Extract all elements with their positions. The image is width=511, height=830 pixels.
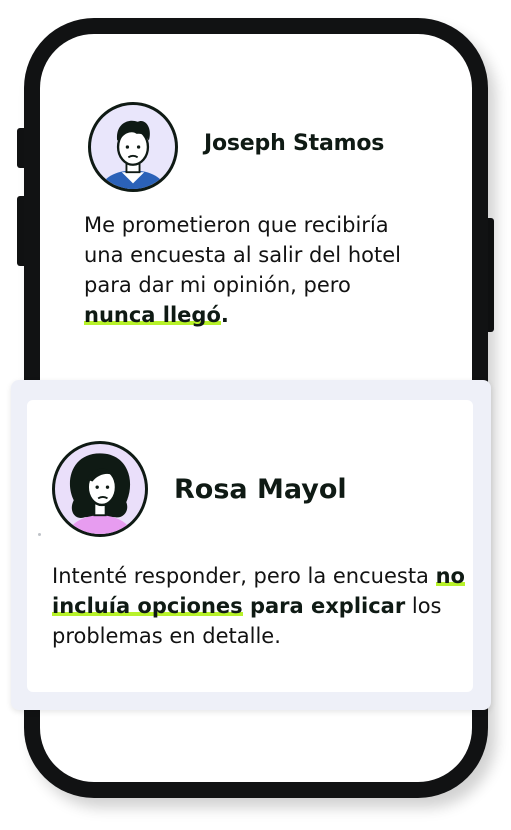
testimonial-text-part: Me prometieron que recibiría una encuest…	[84, 213, 401, 297]
testimonial-text: Me prometieron que recibiría una encuest…	[84, 210, 424, 330]
woman-avatar-icon	[52, 441, 148, 537]
bold-phrase: para explicar	[242, 594, 406, 618]
testimonial-text-part: Intenté responder, pero la encuesta	[52, 564, 436, 588]
testimonial-illustration: Joseph Stamos Me prometieron que recibir…	[0, 0, 511, 830]
man-avatar-icon	[88, 102, 178, 192]
testimonial-text-part: .	[220, 303, 229, 327]
decorative-dot	[38, 533, 41, 536]
author-name: Joseph Stamos	[204, 131, 385, 156]
highlighted-phrase: nunca llegó	[84, 303, 221, 327]
author-name: Rosa Mayol	[174, 474, 347, 505]
testimonial-text: Intenté responder, pero la encuesta no i…	[52, 561, 472, 651]
